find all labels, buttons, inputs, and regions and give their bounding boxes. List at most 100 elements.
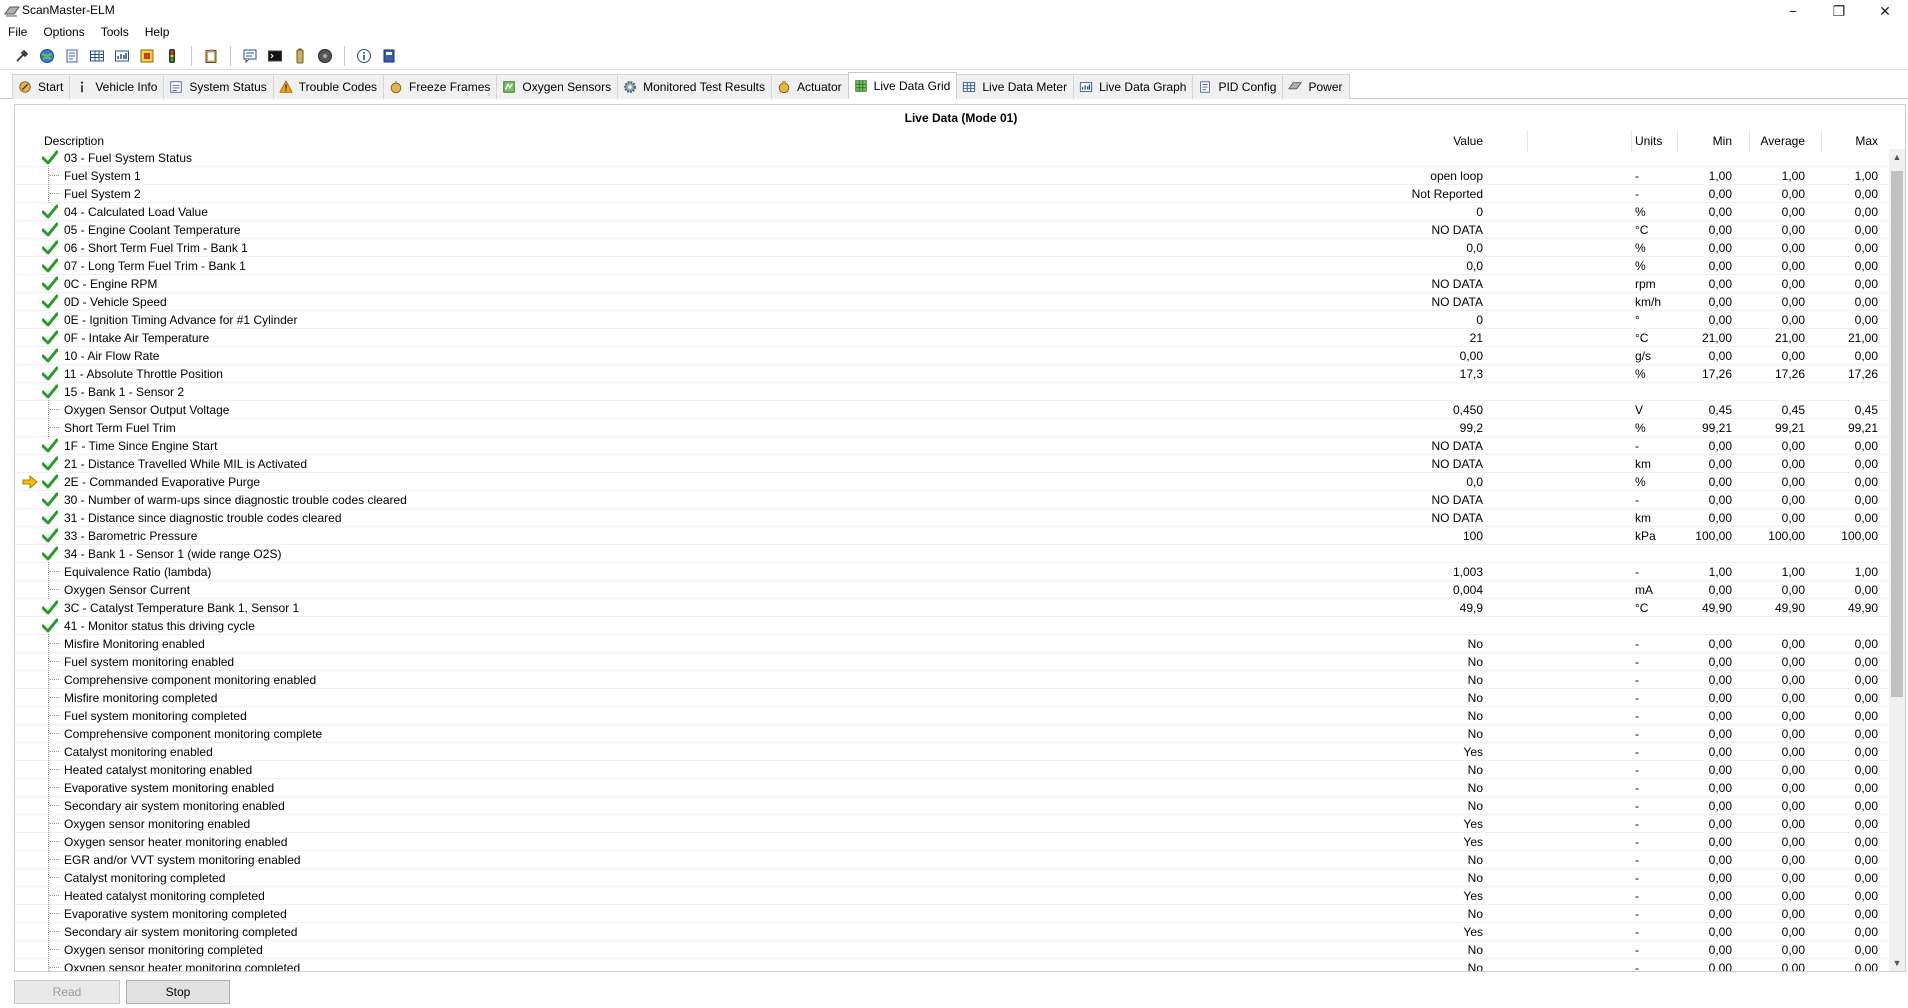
checkmark-icon[interactable] [41,600,59,615]
tab-vehicle-info[interactable]: Vehicle Info [69,74,165,99]
table-row[interactable]: Oxygen sensor heater monitoring complete… [15,958,1891,971]
table-row[interactable]: Heated catalyst monitoring completed Yes -… [15,886,1891,905]
header-units[interactable]: Units [1635,134,1662,148]
table-row[interactable]: 21 - Distance Travelled While MIL is Act… [15,455,1891,473]
header-value[interactable]: Value [1453,134,1483,148]
table-row[interactable]: 0D - Vehicle Speed NO DATA km/h 0,00 0,00 0,0… [15,293,1891,311]
table-row[interactable]: Fuel System 2 Not Reported - 0,00 0,00 0,00 [15,184,1891,203]
table-row[interactable]: 04 - Calculated Load Value 0% 0,00 0,00 0,00 [15,203,1891,221]
tab-system-status[interactable]: System Status [163,74,274,99]
vertical-scrollbar[interactable]: ▲ ▼ [1889,149,1905,971]
table-row[interactable]: 15 - Bank 1 - Sensor 2 [15,383,1891,401]
table-row[interactable]: Oxygen sensor heater monitoring enabled Y… [15,832,1891,851]
table-row[interactable]: Catalyst monitoring enabled Yes - 0,00 0,00 0… [15,742,1891,761]
tab-pid-config[interactable]: PID Config [1192,74,1284,99]
table-row[interactable]: Fuel system monitoring enabled No - 0,00 0,0… [15,652,1891,671]
checkmark-icon[interactable] [41,492,59,507]
scroll-up-icon[interactable]: ▲ [1889,149,1905,165]
menu-file[interactable]: File [0,22,35,42]
checkmark-icon[interactable] [41,384,59,399]
checkmark-icon[interactable] [41,312,59,327]
checkmark-icon[interactable] [41,204,59,219]
table-row[interactable]: Oxygen sensor monitoring completed No - 0,0… [15,940,1891,959]
table-row[interactable]: 03 - Fuel System Status [15,149,1891,167]
minimize-button[interactable]: − [1770,0,1816,22]
tab-trouble-codes[interactable]: Trouble Codes [272,74,385,99]
table-row[interactable]: 3C - Catalyst Temperature Bank 1, Sensor… [15,599,1891,617]
checkmark-icon[interactable] [41,528,59,543]
checkmark-icon[interactable] [41,546,59,561]
table-row[interactable]: Comprehensive component monitoring enabl… [15,670,1891,689]
menu-tools[interactable]: Tools [93,22,137,42]
table-row[interactable]: 33 - Barometric Pressure 100 kPa 100,00 100,… [15,527,1891,545]
connect-icon[interactable] [12,46,32,66]
chat-icon[interactable] [240,46,260,66]
table-row[interactable]: 06 - Short Term Fuel Trim - Bank 1 0,0% 0,… [15,239,1891,257]
table-row[interactable]: Fuel System 1 open loop - 1,00 1,00 1,00 [15,166,1891,185]
tab-power[interactable]: Power [1282,74,1350,99]
table-row[interactable]: 10 - Air Flow Rate 0,00 g/s 0,00 0,00 0,00 [15,347,1891,365]
table-row[interactable]: Evaporative system monitoring enabled No -… [15,778,1891,797]
disc-icon[interactable] [315,46,335,66]
table-row[interactable]: Misfire Monitoring enabled No - 0,00 0,00 0,0… [15,634,1891,653]
terminal-icon[interactable] [265,46,285,66]
chart-icon[interactable] [112,46,132,66]
menu-help[interactable]: Help [137,22,178,42]
checkmark-icon[interactable] [41,294,59,309]
tab-live-data-graph[interactable]: Live Data Graph [1073,74,1194,99]
close-button[interactable]: ✕ [1862,0,1908,22]
scroll-down-icon[interactable]: ▼ [1889,955,1905,971]
table-row[interactable]: 1F - Time Since Engine Start NO DATA - 0,00… [15,437,1891,455]
table-row[interactable]: 11 - Absolute Throttle Position 17,3% 17,2… [15,365,1891,383]
table-row[interactable]: Short Term Fuel Trim 99,2% 99,21 99,21 99,21 [15,418,1891,437]
checkmark-icon[interactable] [41,240,59,255]
menu-options[interactable]: Options [35,22,92,42]
table-row[interactable]: Evaporative system monitoring completed N… [15,904,1891,923]
checkmark-icon[interactable] [41,150,59,165]
header-average[interactable]: Average [1761,134,1805,148]
report-icon[interactable] [137,46,157,66]
tab-start[interactable]: Start [12,74,71,99]
table-row[interactable]: 0F - Intake Air Temperature 21 °C 21,00 21,0… [15,329,1891,347]
header-min[interactable]: Min [1713,134,1732,148]
tab-actuator[interactable]: Actuator [770,74,849,99]
checkmark-icon[interactable] [41,276,59,291]
checkmark-icon[interactable] [41,258,59,273]
document-icon[interactable] [62,46,82,66]
grid-icon[interactable] [87,46,107,66]
table-row[interactable]: 30 - Number of warm-ups since diagnostic… [15,491,1891,509]
table-row[interactable]: 34 - Bank 1 - Sensor 1 (wide range O2S) [15,545,1891,563]
tab-oxygen-sensors[interactable]: Oxygen Sensors [496,74,619,99]
checkmark-icon[interactable] [41,618,59,633]
book-icon[interactable] [379,46,399,66]
tab-live-data-grid[interactable]: Live Data Grid [847,72,958,99]
read-button[interactable]: Read [14,980,120,1004]
table-row[interactable]: 07 - Long Term Fuel Trim - Bank 1 0,0% 0,0… [15,257,1891,275]
table-row[interactable]: 0E - Ignition Timing Advance for #1 Cyli… [15,311,1891,329]
table-row[interactable]: 31 - Distance since diagnostic trouble c… [15,509,1891,527]
tab-freeze-frames[interactable]: Freeze Frames [383,74,498,99]
battery-icon[interactable] [290,46,310,66]
tab-monitored-test-results[interactable]: Monitored Test Results [617,74,772,99]
globe-icon[interactable] [37,46,57,66]
header-max[interactable]: Max [1855,134,1878,148]
checkmark-icon[interactable] [41,438,59,453]
info-icon[interactable] [354,46,374,66]
header-description[interactable]: Description [44,134,104,148]
checkmark-icon[interactable] [41,366,59,381]
table-row[interactable]: EGR and/or VVT system monitoring enabled… [15,850,1891,869]
table-row[interactable]: Misfire monitoring completed No - 0,00 0,00 0… [15,688,1891,707]
table-row[interactable]: Secondary air system monitoring complete… [15,922,1891,941]
table-row[interactable]: Secondary air system monitoring enabled N… [15,796,1891,815]
table-row[interactable]: Fuel system monitoring completed No - 0,00 0… [15,706,1891,725]
table-row[interactable]: 0C - Engine RPM NO DATA rpm 0,00 0,00 0,00 [15,275,1891,293]
tab-live-data-meter[interactable]: Live Data Meter [956,74,1075,99]
table-row[interactable]: Catalyst monitoring completed No - 0,00 0,00… [15,868,1891,887]
table-row[interactable]: Oxygen Sensor Current 0,004 mA 0,00 0,00 0,00 [15,580,1891,599]
table-row[interactable]: Comprehensive component monitoring compl… [15,724,1891,743]
restore-button[interactable]: ❐ [1816,0,1862,22]
table-row[interactable]: 05 - Engine Coolant Temperature NO DATA °C… [15,221,1891,239]
checkmark-icon[interactable] [41,348,59,363]
table-row[interactable]: 2E - Commanded Evaporative Purge 0,0% 0,00… [15,473,1891,491]
table-row[interactable]: Oxygen Sensor Output Voltage 0,450 V 0,45 0,… [15,400,1891,419]
